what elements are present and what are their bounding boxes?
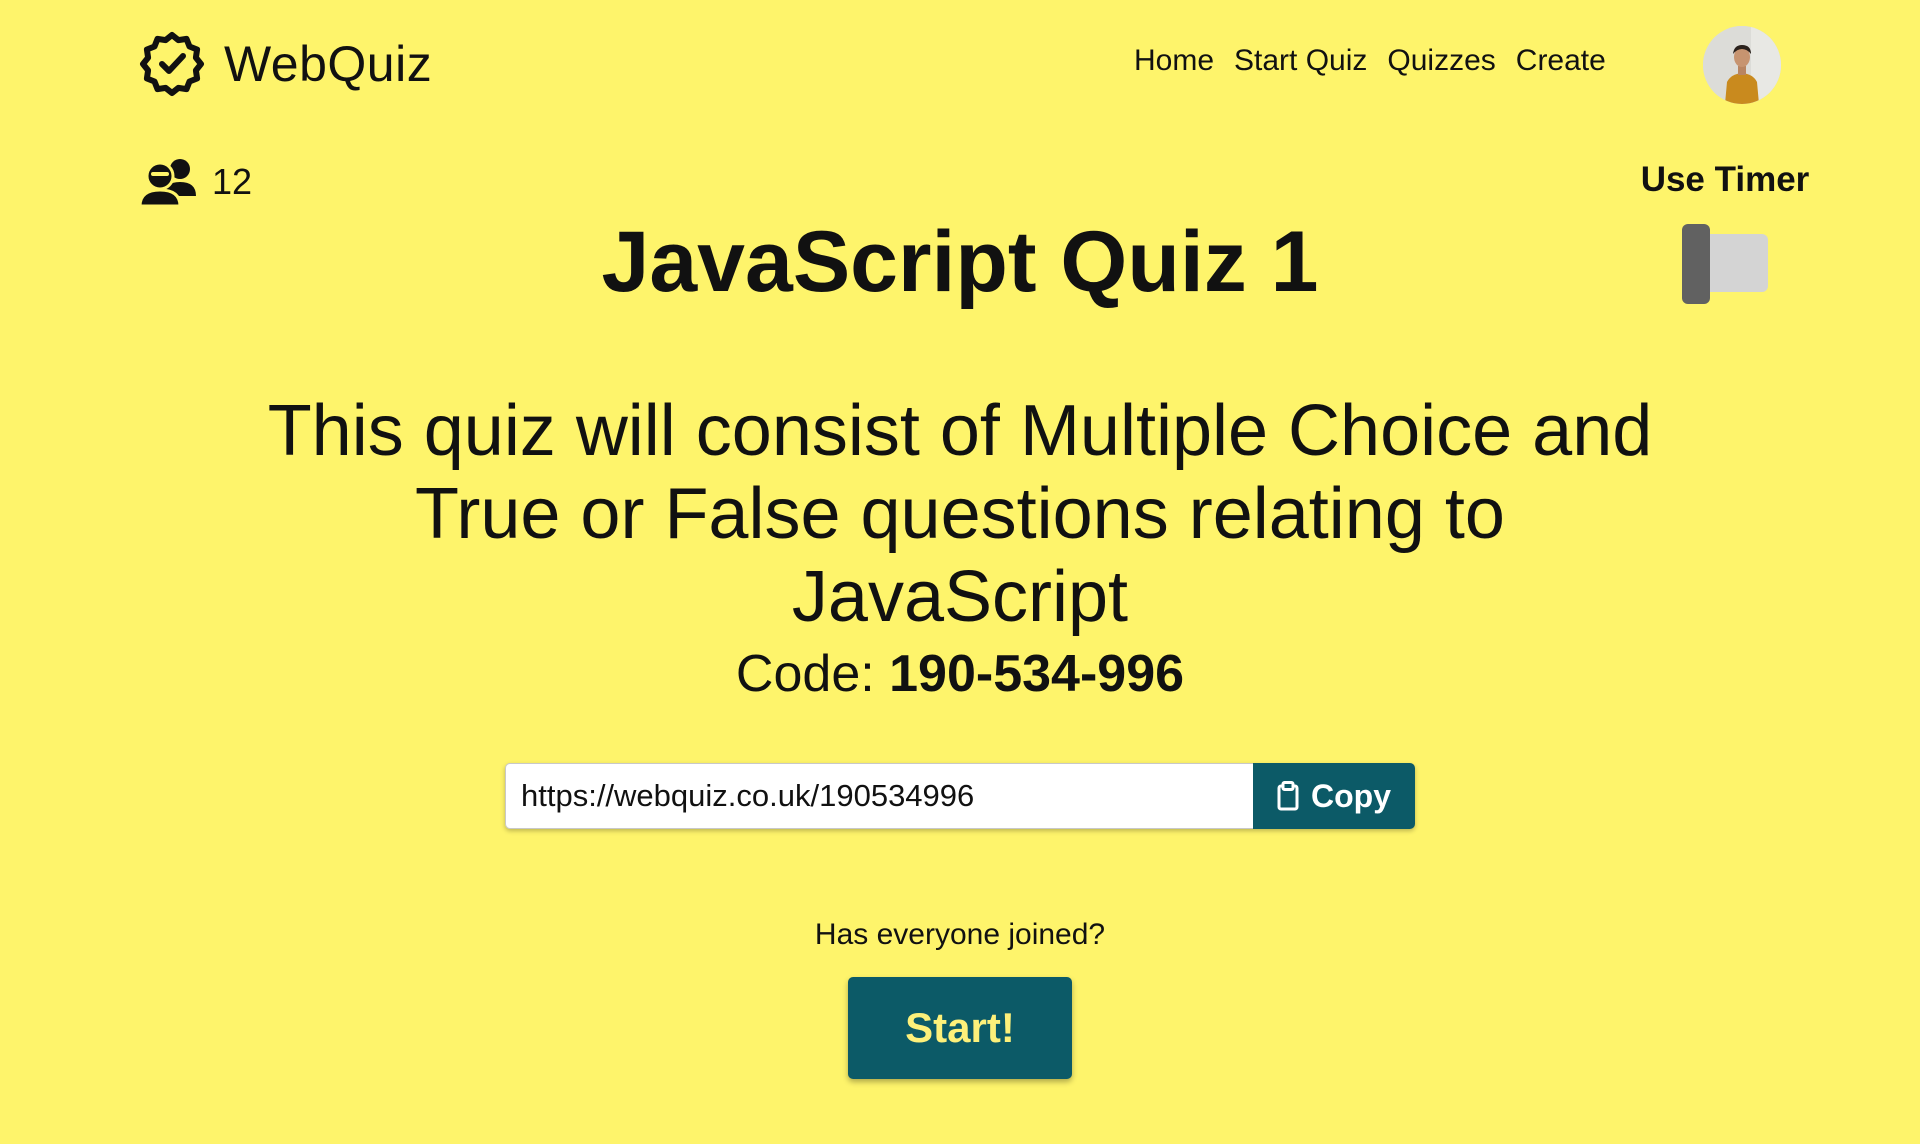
timer-label: Use Timer — [1640, 160, 1810, 199]
brand-logo[interactable]: WebQuiz — [138, 30, 432, 98]
nav-create[interactable]: Create — [1516, 44, 1606, 78]
quiz-code: Code: 190-534-996 — [0, 644, 1920, 704]
quiz-title: JavaScript Quiz 1 — [601, 214, 1319, 310]
badge-check-icon — [138, 30, 206, 98]
users-icon — [138, 156, 198, 208]
copy-button[interactable]: Copy — [1253, 763, 1415, 829]
share-link-group: Copy — [505, 763, 1415, 829]
user-avatar[interactable] — [1703, 26, 1781, 104]
copy-label: Copy — [1311, 777, 1391, 814]
brand-name: WebQuiz — [224, 36, 433, 92]
code-label: Code: — [735, 645, 875, 703]
start-button[interactable]: Start! — [848, 977, 1072, 1079]
code-value: 190-534-996 — [889, 645, 1185, 703]
quiz-description: This quiz will consist of Multiple Choic… — [267, 391, 1653, 637]
joined-prompt: Has everyone joined? — [814, 918, 1106, 951]
participant-counter: 12 — [138, 156, 252, 208]
share-url-input[interactable] — [505, 763, 1253, 829]
participant-count: 12 — [212, 161, 253, 202]
nav-quizzes[interactable]: Quizzes — [1387, 44, 1495, 78]
clipboard-icon — [1277, 781, 1299, 811]
nav-home[interactable]: Home — [1134, 44, 1214, 78]
nav-start-quiz[interactable]: Start Quiz — [1234, 44, 1367, 78]
main-nav: Home Start Quiz Quizzes Create — [1134, 44, 1606, 78]
